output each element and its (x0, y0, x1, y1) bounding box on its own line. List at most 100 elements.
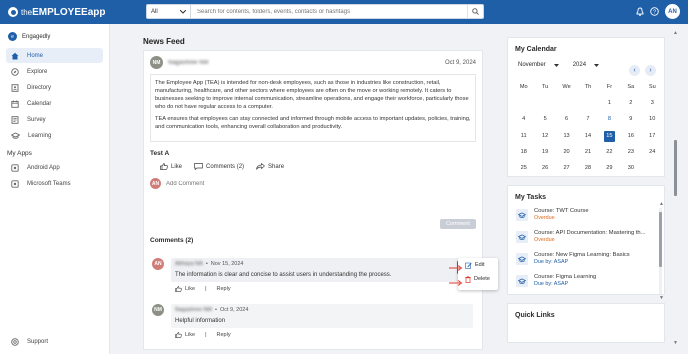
post-author[interactable]: Nagashree NM (168, 60, 208, 66)
sidebar-item-explore[interactable]: Explore (6, 64, 103, 79)
quick-links-title: Quick Links (515, 312, 555, 319)
comments-button[interactable]: Comments (2) (194, 163, 244, 170)
calendar-day[interactable]: 24 (642, 147, 663, 158)
meta-separator: • (205, 261, 208, 267)
calendar-day[interactable]: 4 (513, 114, 534, 125)
calendar-day[interactable]: 28 (577, 163, 598, 174)
commenter-name[interactable]: Abhaya NA (175, 261, 203, 267)
caret-down-icon (594, 63, 600, 67)
task-list: Course: TWT Course Overdue Course: API Doc… (516, 208, 654, 296)
calendar-day[interactable]: 17 (642, 131, 663, 142)
bell-icon[interactable] (636, 7, 644, 16)
calendar-day[interactable]: 20 (556, 147, 577, 158)
calendar-day[interactable]: 25 (513, 163, 534, 174)
comment-item: AN Abhaya NA • Nov 15, 2024 The informat… (152, 258, 473, 292)
survey-icon (11, 115, 19, 124)
calendar-day[interactable]: 13 (556, 131, 577, 142)
support-link[interactable]: Support (6, 338, 48, 346)
search-button[interactable] (467, 5, 483, 18)
previous-month-button[interactable]: ‹ (629, 65, 640, 76)
menu-item-edit[interactable]: Edit (458, 258, 498, 272)
comment-submit-button[interactable]: Comment (440, 219, 476, 229)
comment-like-label: Like (185, 286, 196, 292)
calendar-day[interactable]: 29 (599, 163, 620, 174)
scroll-down-icon[interactable]: ▼ (673, 340, 678, 346)
calendar-empty-cell (577, 98, 598, 109)
task-status: Due by: ASAP (534, 281, 569, 287)
calendar-day[interactable]: 5 (534, 114, 555, 125)
calendar-day[interactable]: 7 (577, 114, 598, 125)
logo-mark-icon (8, 7, 18, 17)
task-item[interactable]: Course: API Documentation: Mastering th.… (516, 230, 654, 252)
sidebar-item-directory[interactable]: Directory (6, 80, 103, 95)
help-icon[interactable]: ? (650, 7, 659, 16)
month-select[interactable]: November (518, 62, 559, 68)
top-bar: theEMPLOYEEapp All ? AN (0, 0, 688, 24)
calendar-day[interactable]: 1 (599, 98, 620, 109)
sidebar-item-calendar[interactable]: Calendar (6, 96, 103, 111)
calendar-empty-cell (513, 98, 534, 109)
workspace-switcher[interactable]: e Engagedly (8, 32, 109, 41)
sidebar-item-learning[interactable]: Learning (6, 128, 103, 143)
calendar-day[interactable]: 6 (556, 114, 577, 125)
directory-icon (11, 83, 19, 92)
annotation-arrow-icon (449, 280, 463, 286)
comment-reply-button[interactable]: Reply (217, 332, 231, 338)
calendar-day[interactable]: 9 (620, 114, 641, 125)
calendar-day[interactable]: 16 (620, 131, 641, 142)
month-label: November (518, 62, 546, 68)
calendar-day[interactable]: 15 (603, 130, 615, 142)
share-button[interactable]: Share (256, 163, 284, 170)
menu-item-delete[interactable]: Delete (458, 272, 498, 286)
calendar-day[interactable]: 14 (577, 131, 598, 142)
like-button[interactable]: Like (160, 163, 182, 170)
calendar-day[interactable]: 8 (599, 114, 620, 125)
scroll-down-icon[interactable]: ▼ (659, 295, 664, 301)
calendar-day[interactable]: 27 (556, 163, 577, 174)
calendar-day[interactable]: 19 (534, 147, 555, 158)
search-filter-select[interactable]: All (147, 5, 191, 18)
sidebar-item-survey[interactable]: Survey (6, 112, 103, 127)
page-scrollbar[interactable]: ▲ ▼ (673, 30, 678, 346)
sidebar-item-microsoft-teams[interactable]: Microsoft Teams (6, 176, 103, 191)
search-input[interactable] (191, 5, 467, 18)
next-month-button[interactable]: › (645, 65, 656, 76)
year-select[interactable]: 2024 (573, 62, 600, 68)
right-column: My Calendar November 2024 ‹ › Mo Tu We Th Fr… (507, 37, 665, 343)
news-feed-title: News Feed (143, 37, 185, 46)
commenter-avatar[interactable]: NM (152, 304, 164, 316)
calendar-day[interactable]: 26 (534, 163, 555, 174)
tasks-scrollbar[interactable]: ▲ ▼ (659, 201, 664, 301)
commenter-avatar[interactable]: AN (152, 258, 164, 270)
calendar-day[interactable]: 12 (534, 131, 555, 142)
task-item[interactable]: Course: Figma Learning Due by: ASAP (516, 274, 654, 296)
sidebar-item-home[interactable]: Home (6, 48, 103, 63)
course-icon (516, 209, 528, 221)
app-logo[interactable]: the EMPLOYEEapp (8, 7, 138, 18)
calendar-day[interactable]: 18 (513, 147, 534, 158)
sidebar-item-android-app[interactable]: Android App (6, 160, 103, 175)
calendar-day[interactable]: 11 (513, 131, 534, 142)
calendar-day[interactable]: 2 (620, 98, 641, 109)
task-item[interactable]: Course: TWT Course Overdue (516, 208, 654, 230)
like-label: Like (171, 163, 183, 170)
calendar-day[interactable]: 23 (620, 147, 641, 158)
user-avatar[interactable]: AN (665, 4, 680, 19)
commenter-name[interactable]: Nagashree NM (175, 307, 212, 313)
comment-like-button[interactable]: Like (175, 286, 195, 292)
course-icon (516, 231, 528, 243)
sidebar-item-label: Learning (28, 132, 52, 139)
add-comment-input[interactable] (166, 180, 426, 187)
calendar-day[interactable]: 22 (599, 147, 620, 158)
calendar-day[interactable]: 30 (620, 163, 641, 174)
calendar-day[interactable]: 21 (577, 147, 598, 158)
comment-reply-button[interactable]: Reply (217, 286, 231, 292)
calendar-day[interactable]: 10 (642, 114, 663, 125)
author-avatar[interactable]: NM (150, 56, 163, 69)
scroll-up-icon[interactable]: ▲ (673, 30, 678, 36)
calendar-day[interactable]: 3 (642, 98, 663, 109)
scroll-up-icon[interactable]: ▲ (659, 201, 664, 207)
comment-like-button[interactable]: Like (175, 332, 195, 338)
thumbs-up-icon (160, 163, 168, 170)
task-item[interactable]: Course: New Figma Learning: Basics Due by… (516, 252, 654, 274)
